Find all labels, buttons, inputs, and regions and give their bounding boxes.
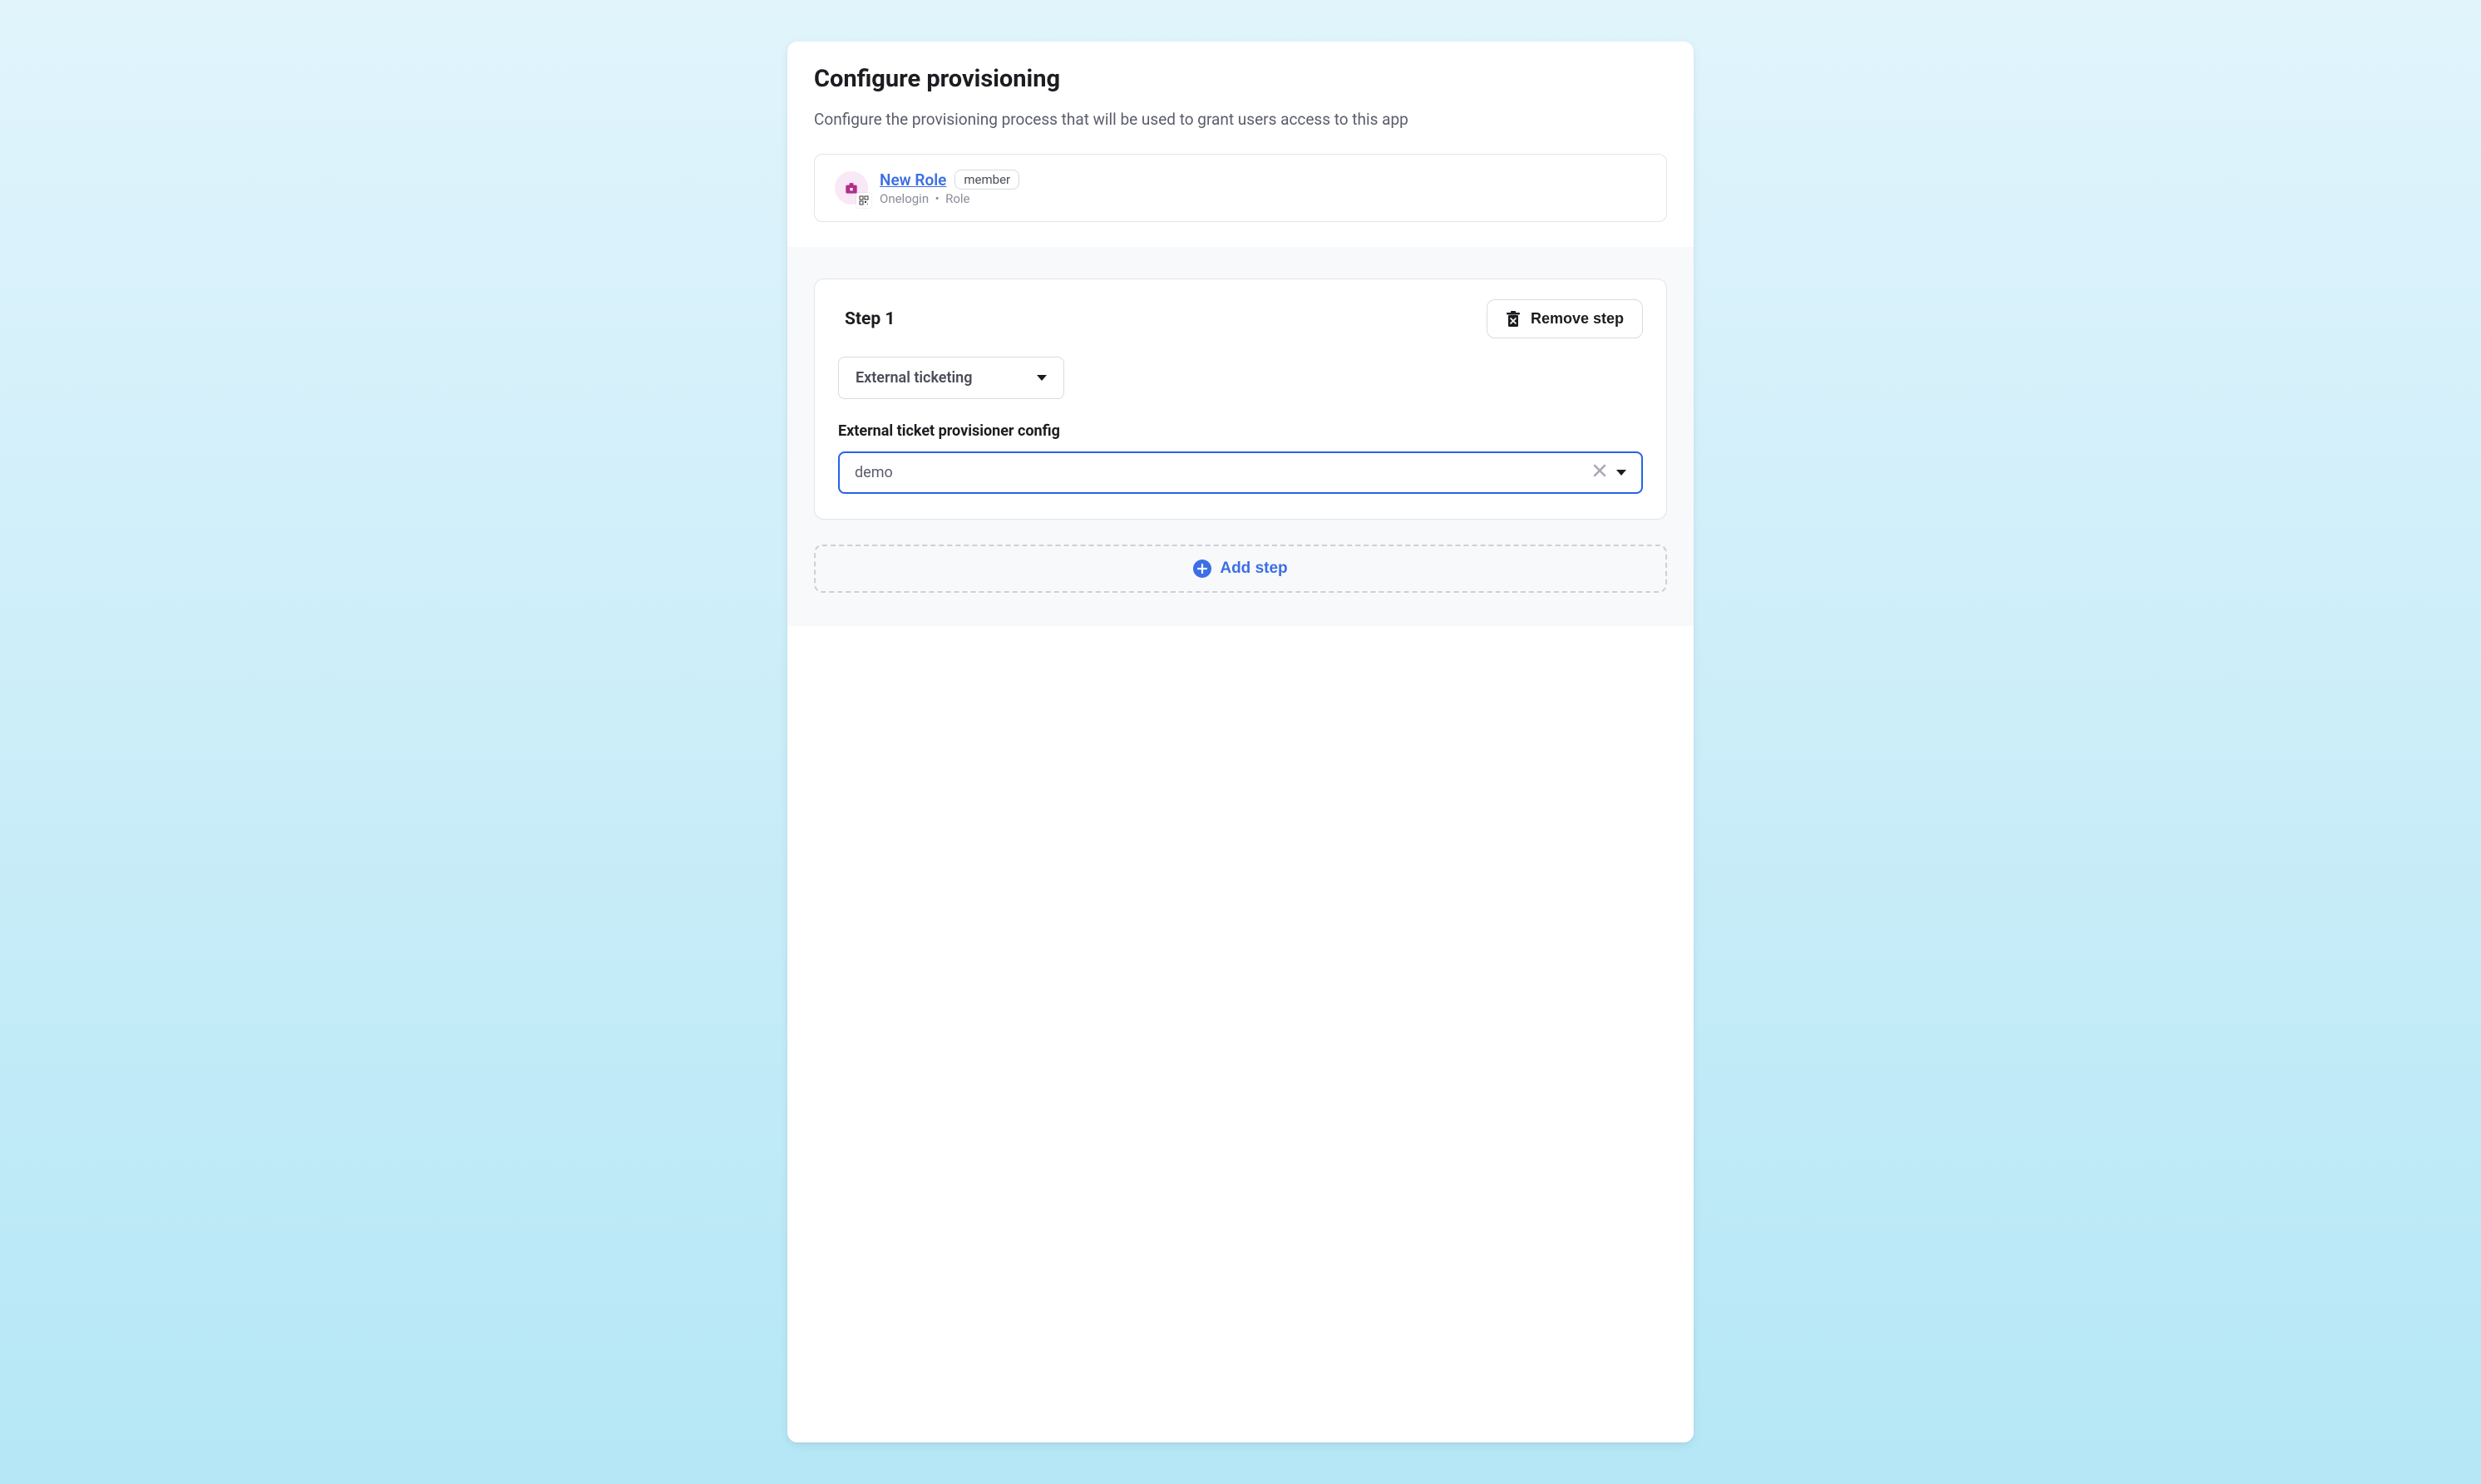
chevron-down-icon bbox=[1616, 470, 1626, 476]
trash-icon bbox=[1506, 311, 1521, 328]
role-type-chip: member bbox=[954, 170, 1019, 190]
remove-step-label: Remove step bbox=[1531, 310, 1624, 328]
config-label: External ticket provisioner config bbox=[838, 422, 1643, 440]
role-kind: Role bbox=[945, 191, 969, 206]
step-header: Step 1 Remove step bbox=[838, 299, 1643, 338]
role-title-row: New Role member bbox=[880, 170, 1019, 190]
app-icon bbox=[835, 171, 868, 205]
role-summary-card: New Role member Onelogin • Role bbox=[814, 154, 1667, 222]
config-select-value: demo bbox=[855, 464, 893, 481]
qr-icon bbox=[856, 193, 871, 208]
step-type-value: External ticketing bbox=[856, 369, 972, 387]
add-step-label: Add step bbox=[1220, 560, 1287, 578]
plus-circle-icon bbox=[1193, 560, 1211, 578]
role-info: New Role member Onelogin • Role bbox=[880, 170, 1019, 206]
role-link[interactable]: New Role bbox=[880, 170, 946, 190]
role-provider: Onelogin bbox=[880, 191, 929, 206]
page-description: Configure the provisioning process that … bbox=[814, 110, 1667, 129]
config-select-dropdown[interactable]: demo bbox=[838, 451, 1643, 494]
steps-section: Step 1 Remove step External ticketing Ex… bbox=[787, 247, 1694, 626]
step-title: Step 1 bbox=[838, 309, 895, 329]
add-step-button[interactable]: Add step bbox=[814, 545, 1667, 593]
role-subtext: Onelogin • Role bbox=[880, 191, 1019, 206]
header-section: Configure provisioning Configure the pro… bbox=[787, 42, 1694, 247]
configure-provisioning-card: Configure provisioning Configure the pro… bbox=[787, 42, 1694, 1442]
step-type-dropdown[interactable]: External ticketing bbox=[838, 357, 1064, 399]
clear-icon[interactable] bbox=[1593, 464, 1606, 481]
step-card: Step 1 Remove step External ticketing Ex… bbox=[814, 279, 1667, 520]
remove-step-button[interactable]: Remove step bbox=[1487, 299, 1643, 338]
page-title: Configure provisioning bbox=[814, 65, 1667, 93]
chevron-down-icon bbox=[1037, 375, 1047, 381]
